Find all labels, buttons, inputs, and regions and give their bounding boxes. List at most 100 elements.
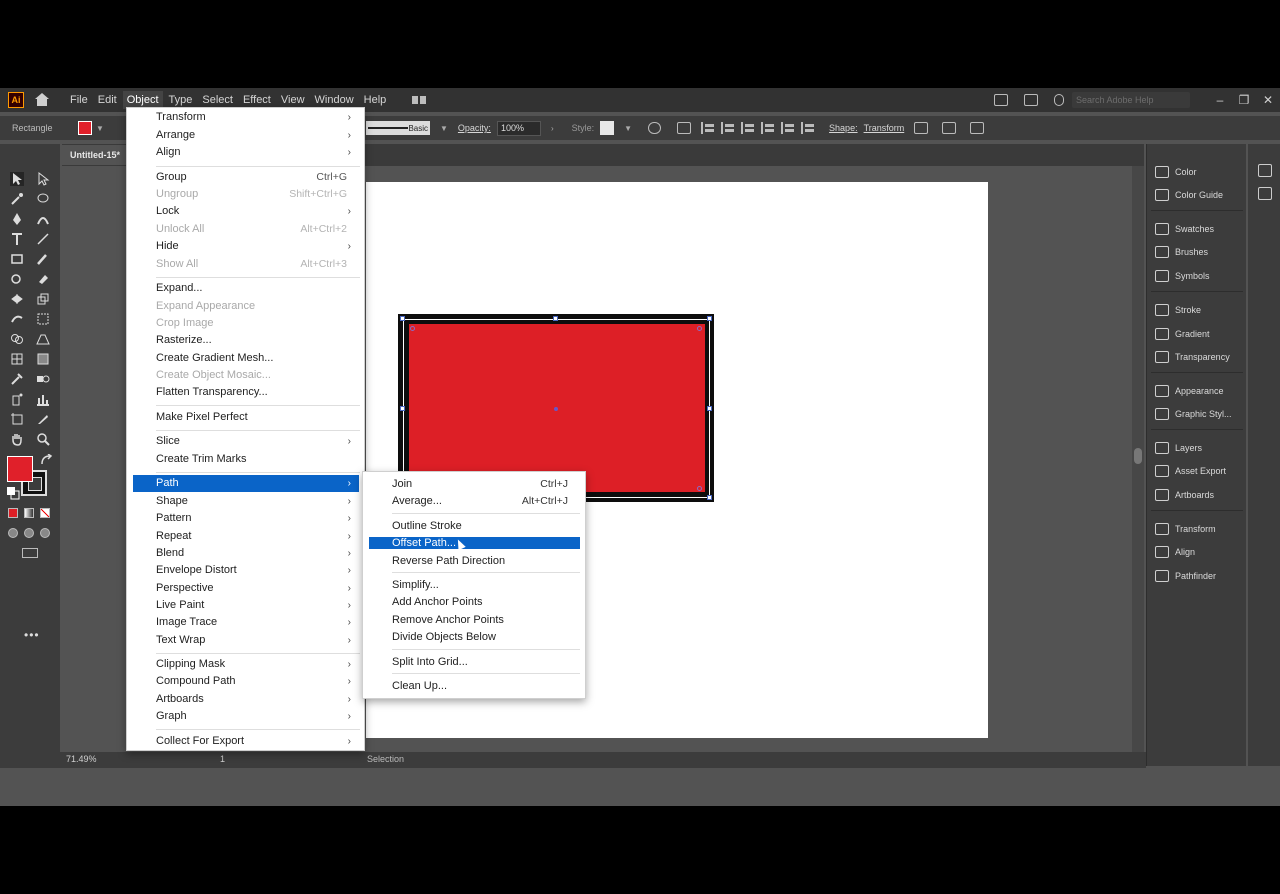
menu-item-hide[interactable]: Hide › — [133, 238, 359, 255]
submenu-item-simplify[interactable]: Simplify... — [369, 579, 580, 591]
curvature-tool-icon[interactable] — [36, 212, 50, 226]
submenu-item-remove-anchor-points[interactable]: Remove Anchor Points — [369, 614, 580, 626]
gradient-mode-icon[interactable] — [24, 508, 34, 518]
menu-item-make-pixel-perfect[interactable]: Make Pixel Perfect — [133, 409, 359, 426]
rectangle-tool-icon[interactable] — [10, 252, 24, 266]
panel-appearance[interactable]: Appearance — [1155, 383, 1224, 399]
menu-item-text-wrap[interactable]: Text Wrap › — [133, 632, 359, 649]
menu-item-collect-for-export[interactable]: Collect For Export › — [133, 733, 359, 750]
menu-file[interactable]: File — [66, 91, 92, 109]
graphic-style-swatch[interactable] — [600, 121, 615, 135]
panel-layers[interactable]: Layers — [1155, 440, 1202, 456]
menu-item-expand[interactable]: Expand... — [133, 280, 359, 297]
menu-item-arrange[interactable]: Arrange › — [133, 127, 359, 144]
submenu-item-offset-path[interactable]: Offset Path... — [369, 537, 580, 549]
submenu-item-average[interactable]: Average... Alt+Ctrl+J — [369, 495, 580, 507]
menu-item-repeat[interactable]: Repeat › — [133, 528, 359, 545]
draw-inside-icon[interactable] — [40, 528, 50, 538]
edit-toolbar-icon[interactable]: ••• — [24, 628, 40, 642]
menu-item-create-trim-marks[interactable]: Create Trim Marks — [133, 451, 359, 468]
none-mode-icon[interactable] — [40, 508, 50, 518]
draw-normal-icon[interactable] — [8, 528, 18, 538]
libraries-icon[interactable] — [1258, 187, 1272, 200]
submenu-item-join[interactable]: Join Ctrl+J — [369, 478, 580, 490]
properties-icon[interactable] — [1258, 164, 1272, 177]
menu-item-flatten-transparency[interactable]: Flatten Transparency... — [133, 384, 359, 401]
menu-item-graph[interactable]: Graph › — [133, 708, 359, 725]
menu-item-lock[interactable]: Lock › — [133, 203, 359, 220]
free-transform-tool-icon[interactable] — [36, 312, 50, 326]
panel-color-guide[interactable]: Color Guide — [1155, 187, 1223, 203]
menu-item-shape[interactable]: Shape › — [133, 493, 359, 510]
mesh-tool-icon[interactable] — [10, 352, 24, 366]
vertical-scrollbar[interactable] — [1132, 166, 1144, 754]
submenu-item-clean-up[interactable]: Clean Up... — [369, 680, 580, 692]
align-center-icon[interactable] — [721, 122, 735, 134]
fill-swatch[interactable] — [78, 121, 92, 135]
resize-handle[interactable] — [707, 406, 712, 411]
color-mode-icon[interactable] — [8, 508, 18, 518]
opacity-input[interactable]: 100% — [496, 120, 541, 136]
select-similar-icon[interactable] — [942, 122, 957, 134]
close-window-button[interactable]: ✕ — [1256, 93, 1280, 107]
submenu-item-reverse-path-direction[interactable]: Reverse Path Direction — [369, 555, 580, 567]
artboard-tool-icon[interactable] — [10, 412, 24, 426]
panel-asset-export[interactable]: Asset Export — [1155, 463, 1226, 479]
warp-tool-icon[interactable] — [10, 312, 24, 326]
eyedropper-tool-icon[interactable] — [10, 372, 24, 386]
lasso-tool-icon[interactable] — [36, 192, 50, 206]
help-search-input[interactable]: Search Adobe Help — [1072, 92, 1190, 108]
menu-item-perspective[interactable]: Perspective › — [133, 580, 359, 597]
menu-item-compound-path[interactable]: Compound Path › — [133, 673, 359, 690]
menu-item-artboards[interactable]: Artboards › — [133, 691, 359, 708]
selection-tool-icon[interactable] — [10, 172, 24, 186]
chevron-down-icon[interactable]: ▼ — [440, 124, 448, 133]
menu-edit[interactable]: Edit — [94, 91, 121, 109]
chevron-right-icon[interactable]: › — [551, 124, 554, 133]
transform-link[interactable]: Transform — [864, 123, 905, 133]
panel-graphic-styles[interactable]: Graphic Styl... — [1155, 406, 1232, 422]
menu-item-pattern[interactable]: Pattern › — [133, 510, 359, 527]
panel-stroke[interactable]: Stroke — [1155, 302, 1201, 318]
shape-label[interactable]: Shape: — [829, 123, 858, 133]
minimize-button[interactable]: – — [1208, 93, 1232, 107]
menu-item-live-paint[interactable]: Live Paint › — [133, 597, 359, 614]
pen-tool-icon[interactable] — [10, 212, 24, 226]
default-fill-stroke-icon[interactable] — [6, 486, 20, 500]
submenu-item-split-into-grid[interactable]: Split Into Grid... — [369, 656, 580, 668]
submenu-item-outline-stroke[interactable]: Outline Stroke — [369, 520, 580, 532]
align-right-icon[interactable] — [741, 122, 755, 134]
panel-brushes[interactable]: Brushes — [1155, 244, 1208, 260]
align-middle-icon[interactable] — [781, 122, 795, 134]
anchor-point[interactable] — [697, 486, 702, 491]
panel-gradient[interactable]: Gradient — [1155, 326, 1210, 342]
panel-symbols[interactable]: Symbols — [1155, 268, 1210, 284]
anchor-point[interactable] — [697, 326, 702, 331]
menu-item-path[interactable]: Path › — [133, 475, 359, 492]
symbol-sprayer-tool-icon[interactable] — [10, 392, 24, 406]
panel-transparency[interactable]: Transparency — [1155, 349, 1230, 365]
slice-tool-icon[interactable] — [36, 412, 50, 426]
menu-item-align[interactable]: Align › — [133, 144, 359, 161]
panel-artboards[interactable]: Artboards — [1155, 487, 1214, 503]
perspective-grid-tool-icon[interactable] — [36, 332, 50, 346]
fill-color-box[interactable] — [7, 456, 33, 482]
home-icon[interactable] — [34, 93, 50, 107]
shape-builder-tool-icon[interactable] — [10, 332, 24, 346]
resize-handle[interactable] — [553, 316, 558, 321]
hand-tool-icon[interactable] — [10, 432, 24, 446]
align-top-icon[interactable] — [761, 122, 775, 134]
chevron-down-icon[interactable]: ▼ — [96, 124, 104, 133]
align-bottom-icon[interactable] — [801, 122, 815, 134]
line-segment-tool-icon[interactable] — [36, 232, 50, 246]
current-tool-status[interactable]: Selection — [367, 754, 404, 764]
anchor-point[interactable] — [410, 326, 415, 331]
quick-actions-icon[interactable] — [970, 122, 985, 134]
restore-button[interactable]: ❐ — [1232, 93, 1256, 107]
artboard-number[interactable]: 1 — [220, 754, 225, 764]
gradient-tool-icon[interactable] — [36, 352, 50, 366]
zoom-tool-icon[interactable] — [36, 432, 50, 446]
screen-mode-icon[interactable] — [22, 548, 38, 558]
chevron-down-icon[interactable]: ▼ — [624, 124, 632, 133]
resize-handle[interactable] — [707, 316, 712, 321]
